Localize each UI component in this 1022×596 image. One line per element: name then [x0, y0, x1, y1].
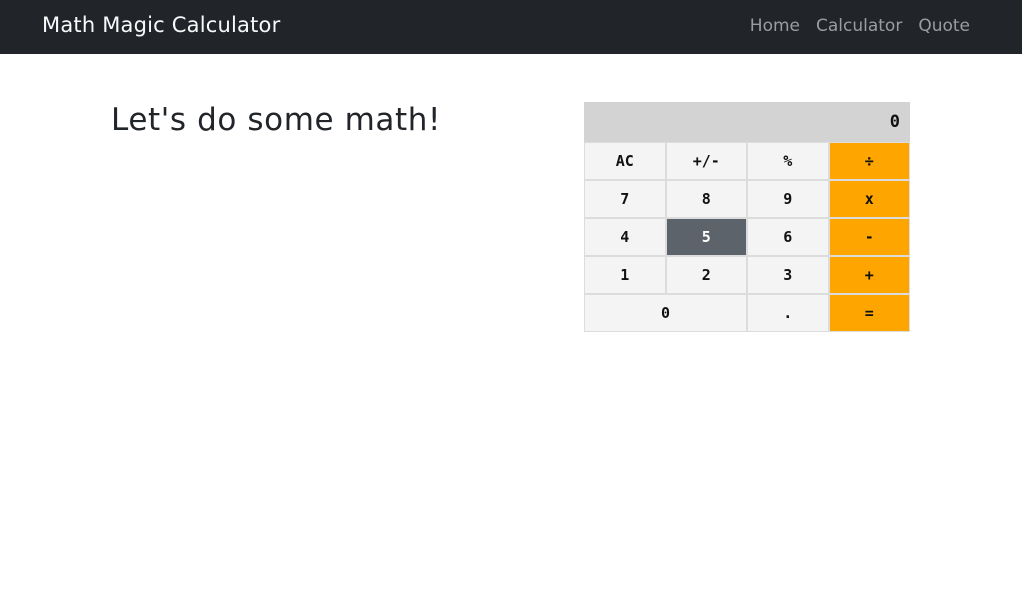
percent-button[interactable]: % — [747, 142, 829, 180]
calculator-display: 0 — [584, 102, 910, 142]
nav-link-home[interactable]: Home — [750, 16, 800, 36]
decimal-button[interactable]: . — [747, 294, 829, 332]
calculator: 0 AC +/-% ÷ 7 8 9 x 4 5 6- 1 2 3 +0. = — [584, 102, 910, 332]
add-button[interactable]: + — [828, 256, 910, 294]
nav-link-calculator[interactable]: Calculator — [816, 16, 902, 36]
digit-1-button[interactable]: 1 — [584, 256, 666, 294]
digit-0-button[interactable]: 0 — [584, 294, 747, 332]
digit-5-button[interactable]: 5 — [665, 218, 747, 256]
digit-2-button[interactable]: 2 — [665, 256, 747, 294]
sign-toggle-button[interactable]: +/- — [665, 142, 747, 180]
multiply-button[interactable]: x — [828, 180, 910, 218]
subtract-button[interactable]: - — [828, 218, 910, 256]
nav-links: Home Calculator Quote — [750, 16, 970, 36]
calculator-keypad: AC +/-% ÷ 7 8 9 x 4 5 6- 1 2 3 +0. = — [584, 142, 910, 332]
digit-9-button[interactable]: 9 — [747, 180, 829, 218]
navbar: Math Magic Calculator Home Calculator Qu… — [0, 0, 1022, 54]
equals-button[interactable]: = — [828, 294, 910, 332]
divide-button[interactable]: ÷ — [828, 142, 910, 180]
nav-link-quote[interactable]: Quote — [918, 16, 970, 36]
digit-6-button[interactable]: 6 — [747, 218, 829, 256]
clear-button[interactable]: AC — [584, 142, 666, 180]
digit-8-button[interactable]: 8 — [665, 180, 747, 218]
digit-4-button[interactable]: 4 — [584, 218, 666, 256]
page-heading: Let's do some math! — [111, 102, 442, 138]
digit-3-button[interactable]: 3 — [747, 256, 829, 294]
digit-7-button[interactable]: 7 — [584, 180, 666, 218]
brand-title[interactable]: Math Magic Calculator — [42, 13, 280, 37]
